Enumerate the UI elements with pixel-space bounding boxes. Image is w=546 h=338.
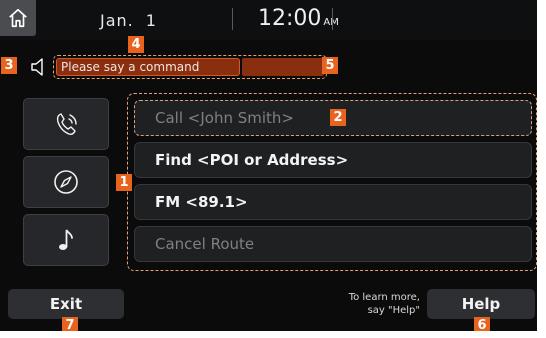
date-month: Jan. — [100, 11, 134, 30]
clock-time: 12:00 — [258, 6, 322, 31]
voice-prompt-area: Please say a command — [53, 55, 327, 79]
help-hint-line1: To learn more, — [348, 292, 420, 303]
voice-recognition-screen: Jan. 1 12:00AM Please say a command — [0, 0, 537, 331]
navigation-button[interactable] — [23, 156, 109, 208]
music-note-icon — [59, 229, 73, 250]
voice-level-bar — [242, 58, 324, 76]
help-button[interactable]: Help — [427, 289, 535, 319]
date-day: 1 — [145, 11, 157, 30]
speaker-icon — [31, 58, 43, 76]
callout-1: 1 — [116, 174, 132, 191]
date-display: Jan. 1 — [100, 11, 157, 30]
compass-icon — [54, 170, 78, 194]
phone-button[interactable] — [23, 98, 109, 150]
help-hint: To learn more, say "Help" — [300, 291, 420, 317]
callout-3: 3 — [1, 57, 17, 74]
callout-7: 7 — [62, 317, 78, 331]
voice-prompt-text: Please say a command — [56, 58, 240, 76]
clock: 12:00AM — [258, 6, 339, 31]
command-cancel-route[interactable]: Cancel Route — [134, 226, 532, 262]
status-bar: Jan. 1 12:00AM — [0, 0, 537, 40]
home-icon — [9, 8, 27, 28]
callout-4: 4 — [128, 36, 144, 53]
divider — [232, 8, 233, 30]
callout-6: 6 — [474, 317, 490, 331]
command-fm[interactable]: FM <89.1> — [134, 184, 532, 220]
music-button[interactable] — [23, 214, 109, 266]
callout-5: 5 — [322, 57, 338, 74]
phone-voice-icon — [56, 113, 77, 135]
command-find[interactable]: Find <POI or Address> — [134, 142, 532, 178]
help-hint-line2: say "Help" — [367, 305, 420, 316]
divider — [332, 8, 333, 30]
home-button[interactable] — [0, 0, 36, 36]
callout-2: 2 — [330, 109, 346, 126]
exit-button[interactable]: Exit — [8, 289, 124, 319]
